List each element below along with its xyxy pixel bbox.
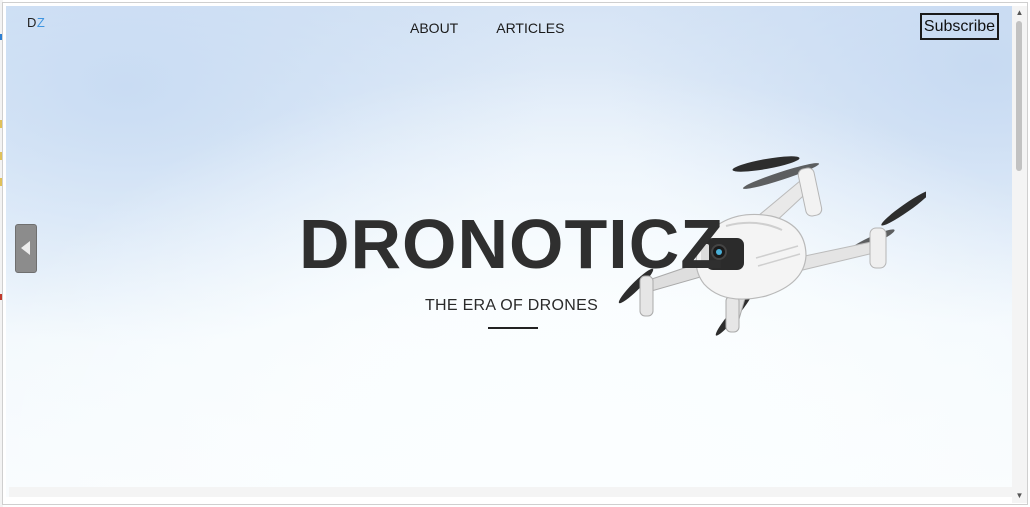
hero-subtitle: THE ERA OF DRONES — [424, 297, 599, 314]
horizontal-scrollbar[interactable] — [9, 487, 1017, 497]
hero-section: DZ ABOUT ARTICLES Subscribe DRONOTICZ TH… — [6, 6, 1017, 497]
subscribe-button[interactable]: Subscribe — [920, 13, 999, 40]
browser-window: DZ ABOUT ARTICLES Subscribe DRONOTICZ TH… — [2, 2, 1028, 505]
scroll-down-arrow-icon[interactable]: ▼ — [1012, 489, 1027, 503]
triangle-left-icon — [21, 241, 30, 255]
scrollbar-thumb[interactable] — [1016, 21, 1022, 171]
title-underline — [488, 327, 538, 329]
nav-link-about[interactable]: ABOUT — [410, 20, 458, 36]
logo-letter-z: Z — [36, 15, 46, 30]
sidebar-toggle-button[interactable] — [15, 224, 37, 273]
vertical-scrollbar[interactable]: ▲ ▼ — [1012, 6, 1027, 503]
hero-title: DRONOTICZ — [298, 205, 725, 283]
site-logo[interactable]: DZ — [27, 15, 45, 30]
logo-letter-d: D — [27, 15, 37, 30]
scroll-up-arrow-icon[interactable]: ▲ — [1012, 6, 1027, 20]
nav-link-articles[interactable]: ARTICLES — [496, 20, 564, 36]
main-nav: ABOUT ARTICLES — [410, 20, 564, 36]
